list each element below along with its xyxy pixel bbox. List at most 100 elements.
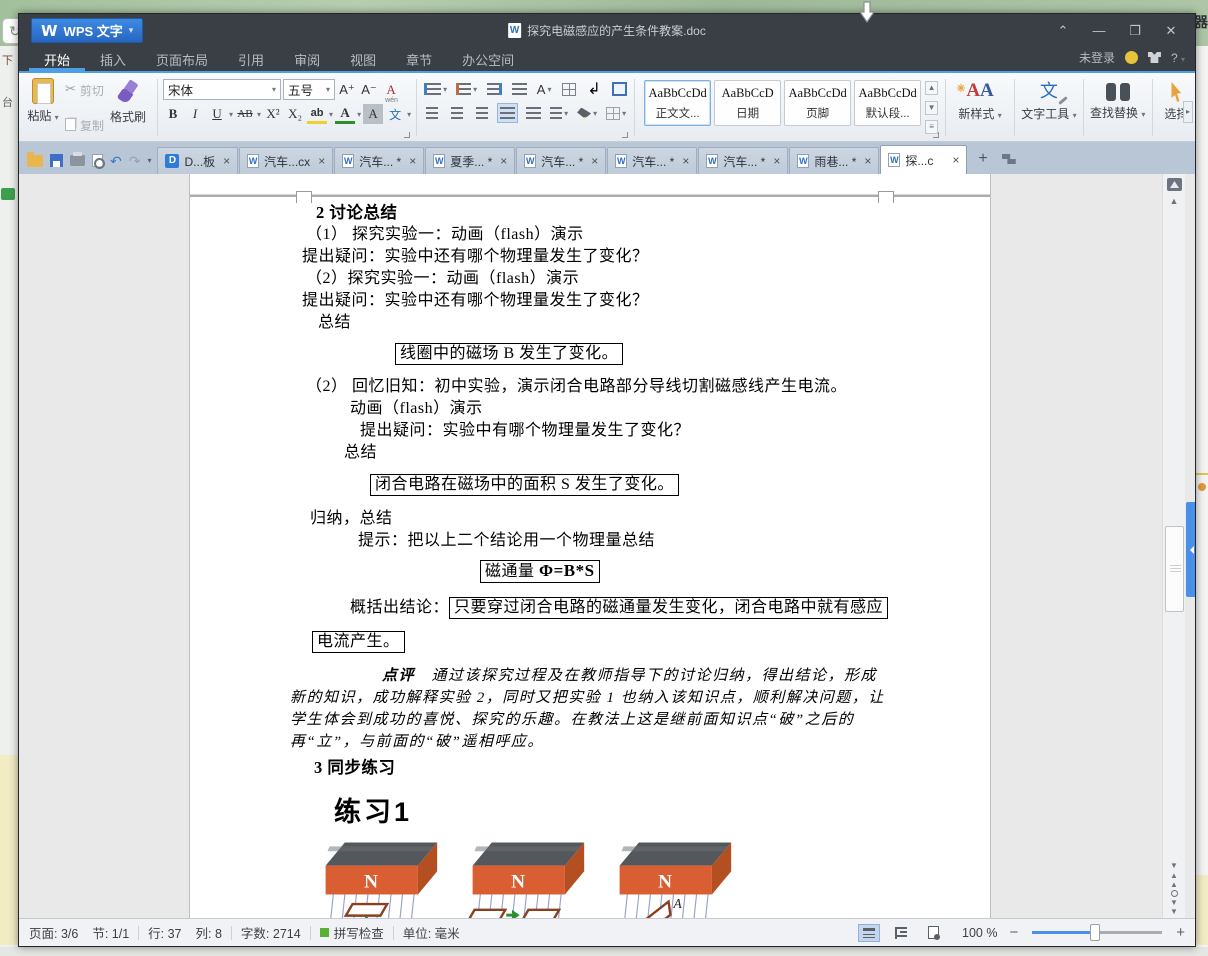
tab-page-layout[interactable]: 页面布局: [141, 47, 223, 71]
save-icon[interactable]: [50, 154, 63, 167]
zoom-in-button[interactable]: +: [1176, 924, 1185, 941]
insert-table-icon-button[interactable]: [559, 79, 579, 99]
highlight-color-button[interactable]: ab: [307, 104, 328, 124]
status-spellcheck[interactable]: 拼写检查: [334, 923, 384, 942]
next-page-button[interactable]: ▼ ▼: [1170, 898, 1178, 916]
status-word-count[interactable]: 字数: 2714: [241, 923, 301, 942]
document-page[interactable]: 2 讨论总结 （1） 探究实验一：动画（flash）演示 提出疑问：实验中还有哪…: [189, 174, 991, 918]
document-text[interactable]: 2 讨论总结 （1） 探究实验一：动画（flash）演示 提出疑问：实验中还有哪…: [290, 202, 889, 918]
help-button[interactable]: ? ▾: [1171, 51, 1185, 65]
tab-review[interactable]: 审阅: [279, 47, 335, 71]
doc-tab-1[interactable]: W 汽车...cx ×: [239, 147, 334, 174]
borders-button[interactable]: ▾: [604, 103, 628, 123]
copy-button[interactable]: 复制: [65, 115, 104, 133]
doc-tab-active[interactable]: W 探...c ×: [880, 145, 968, 174]
justify-button[interactable]: [497, 103, 519, 123]
tab-home[interactable]: 开始: [29, 47, 86, 71]
scroll-up-arrow[interactable]: ▲: [1163, 196, 1185, 206]
italic-button[interactable]: I: [185, 104, 205, 124]
paste-button[interactable]: 粘贴 ▾: [23, 76, 63, 139]
ribbon-overflow-arrow[interactable]: ▸: [1183, 101, 1193, 123]
maximize-button[interactable]: ❐: [1121, 23, 1149, 39]
doc-tab-5[interactable]: W 汽车... * ×: [607, 147, 698, 174]
close-button[interactable]: ✕: [1157, 23, 1185, 39]
print-icon[interactable]: [70, 152, 85, 166]
zoom-out-button[interactable]: −: [1009, 924, 1018, 941]
strikethrough-button[interactable]: AB: [235, 104, 255, 124]
page-view-button[interactable]: [858, 923, 881, 942]
status-section[interactable]: 节: 1/1: [92, 923, 129, 942]
decrease-indent-button[interactable]: [484, 79, 504, 99]
phonetic-guide-button[interactable]: wén 文: [385, 97, 405, 124]
wrap-mark-button[interactable]: ↲: [584, 79, 604, 99]
close-icon[interactable]: ×: [682, 154, 689, 168]
close-icon[interactable]: ×: [952, 153, 959, 167]
shrink-font-button[interactable]: A⁻: [359, 80, 379, 100]
doc-tab-6[interactable]: W 汽车... * ×: [698, 147, 789, 174]
font-color-button[interactable]: A: [335, 104, 356, 124]
find-replace-button[interactable]: 查找替换 ▾: [1089, 76, 1147, 139]
numbering-button[interactable]: ▾: [454, 79, 479, 99]
font-size-select[interactable]: 五号 ▾: [283, 79, 336, 100]
font-dialog-launcher[interactable]: [404, 132, 411, 138]
tab-section[interactable]: 章节: [391, 47, 447, 71]
doc-tab-docer[interactable]: D D...板 ×: [157, 147, 239, 174]
tab-view[interactable]: 视图: [335, 47, 391, 71]
styles-dialog-launcher[interactable]: [933, 132, 940, 138]
close-icon[interactable]: ×: [223, 154, 230, 168]
integration-icon[interactable]: [1124, 51, 1138, 64]
scroll-down-arrow[interactable]: ▼: [1170, 861, 1178, 870]
skin-icon[interactable]: [1147, 52, 1161, 63]
tab-insert[interactable]: 插入: [85, 47, 141, 71]
bullets-button[interactable]: ▾: [422, 79, 449, 99]
align-left-button[interactable]: [422, 103, 442, 123]
minimize-button[interactable]: —: [1085, 23, 1113, 39]
close-icon[interactable]: ×: [318, 154, 325, 168]
doc-tab-3[interactable]: W 夏季... * ×: [425, 147, 516, 174]
previous-page-button[interactable]: ▲ ▲: [1170, 871, 1178, 889]
line-spacing-button[interactable]: ▾: [548, 103, 570, 123]
status-column[interactable]: 列: 8: [196, 923, 222, 942]
undo-icon[interactable]: ↶: [110, 154, 122, 168]
close-icon[interactable]: ×: [773, 154, 780, 168]
distribute-button[interactable]: [523, 103, 543, 123]
outline-view-button[interactable]: [890, 924, 912, 942]
new-style-button[interactable]: ✳ AA 新样式 ▾: [951, 76, 1009, 139]
styles-scroll-up[interactable]: ▲: [925, 81, 939, 95]
doc-tab-2[interactable]: W 汽车... * ×: [334, 147, 425, 174]
status-line[interactable]: 行: 37: [148, 923, 181, 942]
protect-view-button[interactable]: [922, 924, 944, 942]
increase-indent-button[interactable]: [509, 79, 529, 99]
login-status[interactable]: 未登录: [1079, 49, 1115, 66]
align-center-button[interactable]: [447, 103, 467, 123]
ruler-toggle-icon[interactable]: [1167, 178, 1182, 191]
style-body-text[interactable]: AaBbCcDd 正文文...: [644, 80, 712, 126]
quick-access-dropdown-icon[interactable]: ▾: [147, 156, 151, 165]
paragraph-dialog-launcher[interactable]: [622, 132, 629, 138]
align-right-button[interactable]: [472, 103, 492, 123]
tab-list-icon[interactable]: [1001, 154, 1016, 164]
close-icon[interactable]: ×: [409, 154, 416, 168]
underline-button[interactable]: U: [207, 104, 227, 124]
new-document-tab-button[interactable]: +: [978, 150, 987, 168]
status-page[interactable]: 页面: 3/6: [29, 923, 78, 942]
cut-button[interactable]: ✂ 剪切: [65, 80, 104, 98]
status-unit[interactable]: 单位: 毫米: [403, 923, 460, 942]
format-painter-button[interactable]: 格式刷: [104, 76, 152, 139]
close-icon[interactable]: ×: [500, 154, 507, 168]
style-date[interactable]: AaBbCcD 日期: [714, 80, 782, 126]
task-pane-handle[interactable]: [1186, 502, 1195, 597]
character-scale-button[interactable]: A ▾: [534, 79, 554, 99]
font-name-select[interactable]: 宋体 ▾: [163, 79, 282, 100]
tab-office-space[interactable]: 办公空间: [447, 47, 529, 71]
open-icon[interactable]: [27, 151, 43, 167]
character-shading-button[interactable]: A: [363, 104, 384, 124]
vertical-scrollbar[interactable]: ▲ ▼ ▲ ▲ ▼ ▼: [1162, 174, 1185, 918]
doc-tab-4[interactable]: W 汽车... * ×: [516, 147, 607, 174]
style-footer[interactable]: AaBbCcDd 页脚: [784, 80, 852, 126]
bold-button[interactable]: B: [163, 104, 183, 124]
styles-scroll-down[interactable]: ▼: [925, 100, 939, 115]
redo-icon[interactable]: ↷: [129, 154, 141, 168]
doc-tab-7[interactable]: W 雨巷... * ×: [789, 147, 880, 174]
subscript-button[interactable]: X₂: [285, 104, 305, 124]
